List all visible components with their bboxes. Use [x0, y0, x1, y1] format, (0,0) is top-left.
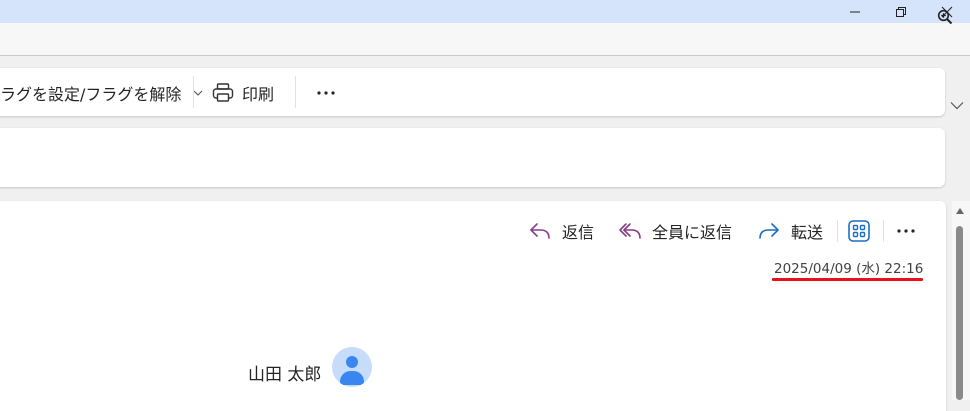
reply-all-label: 全員に返信 — [652, 223, 733, 242]
zoom-in-icon — [937, 9, 953, 25]
reply-icon — [530, 223, 550, 239]
forward-button[interactable]: 転送 — [757, 219, 823, 243]
subject-card — [0, 128, 945, 187]
avatar-person-icon — [346, 356, 358, 368]
avatar[interactable] — [332, 347, 372, 387]
ribbon-toolbar: ラグを設定/フラグを解除 印刷 — [0, 68, 945, 116]
ribbon-collapse-button[interactable] — [948, 96, 966, 114]
restore-button[interactable] — [878, 0, 924, 23]
message-date: 2025/04/09 (水) 22:16 — [774, 261, 924, 277]
message-more-button[interactable] — [894, 219, 918, 243]
date-highlight-underline — [772, 278, 923, 281]
reply-all-button[interactable]: 全員に返信 — [618, 219, 732, 243]
action-divider — [883, 220, 884, 242]
title-bar — [0, 0, 970, 23]
more-icon — [897, 229, 915, 233]
avatar-person-body — [340, 371, 364, 385]
more-icon — [317, 91, 335, 95]
apps-button[interactable] — [847, 219, 871, 243]
caret-up-icon — [956, 208, 964, 214]
printer-icon — [212, 83, 234, 102]
flag-button[interactable]: ラグを設定/フラグを解除 — [0, 82, 203, 104]
scroll-up-button[interactable] — [954, 206, 966, 216]
forward-icon — [759, 223, 779, 239]
reply-label: 返信 — [562, 223, 595, 242]
flag-label: ラグを設定/フラグを解除 — [0, 85, 182, 104]
print-label: 印刷 — [242, 85, 275, 104]
forward-label: 転送 — [791, 223, 824, 242]
minimize-button[interactable] — [832, 0, 878, 23]
toolbar-divider — [193, 76, 194, 108]
scrollbar-thumb[interactable] — [956, 226, 963, 400]
toolbar-more-button[interactable] — [314, 81, 338, 105]
zoom-button[interactable] — [934, 6, 956, 28]
toolbar-divider — [295, 76, 296, 108]
chevron-down-icon — [950, 101, 964, 109]
chevron-down-icon — [194, 90, 203, 96]
sender-name: 山田 太郎 — [248, 365, 322, 385]
reply-button[interactable]: 返信 — [528, 219, 594, 243]
reply-all-icon — [619, 223, 641, 239]
minimize-icon — [850, 11, 860, 12]
apps-icon — [848, 220, 870, 242]
restore-icon — [896, 6, 906, 17]
print-button[interactable]: 印刷 — [212, 81, 274, 105]
action-divider — [837, 220, 838, 242]
address-bar — [0, 23, 970, 56]
